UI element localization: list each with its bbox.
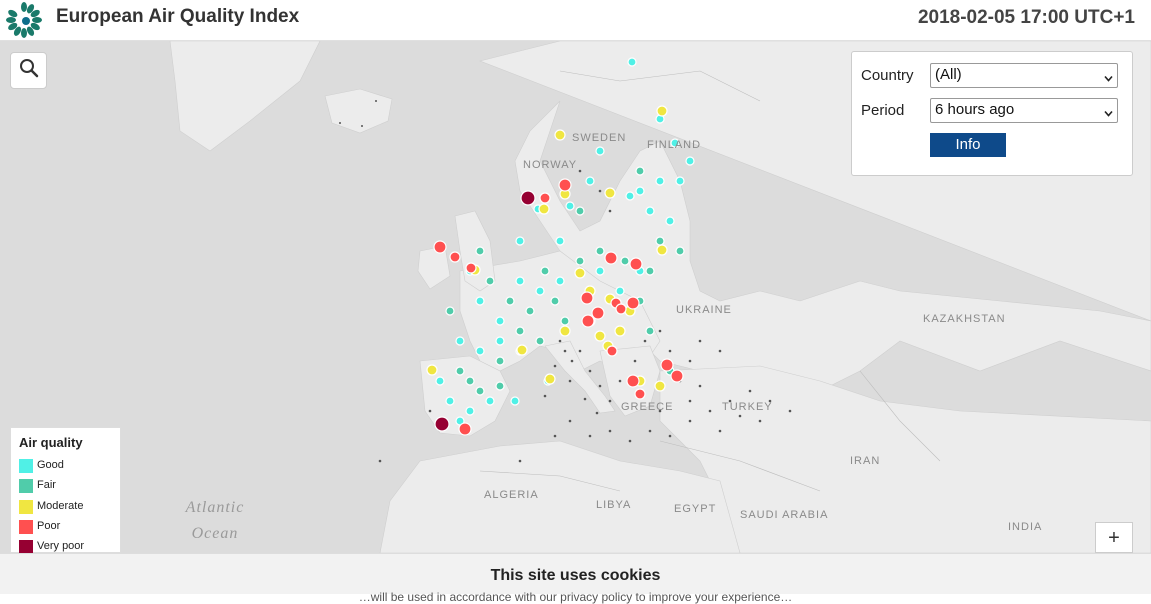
zoom-in-button[interactable]: + — [1095, 522, 1133, 553]
legend-label: Poor — [37, 520, 61, 532]
legend-swatch-very-poor — [19, 540, 33, 553]
map-label-iran: IRAN — [850, 455, 881, 467]
info-button[interactable]: Info — [930, 133, 1006, 157]
period-label: Period — [861, 102, 905, 119]
cookie-banner-text: …will be used in accordance with our pri… — [358, 590, 793, 604]
legend-label: Fair — [37, 479, 56, 491]
timestamp: 2018-02-05 17:00 UTC+1 — [917, 7, 1135, 28]
chevron-down-icon — [1104, 70, 1113, 82]
cookie-banner: This site uses cookies …will be used in … — [0, 553, 1151, 604]
country-select-value: (All) — [935, 66, 962, 83]
eea-logo-icon — [4, 0, 44, 40]
map-label-greece: GREECE — [621, 401, 674, 413]
map-label-egypt: EGYPT — [674, 503, 717, 515]
legend-swatch-good — [19, 459, 33, 473]
map-label-kazakhstan: KAZAKHSTAN — [923, 313, 1006, 325]
search-icon — [19, 58, 39, 83]
app-header: European Air Quality Index 2018-02-05 17… — [0, 0, 1151, 41]
map-canvas[interactable]: SWEDEN FINLAND NORWAY UKRAINE KAZAKHSTAN… — [0, 41, 1151, 553]
legend-label: Moderate — [37, 500, 84, 512]
legend-swatch-poor — [19, 520, 33, 534]
map-label-ocean: Ocean — [191, 525, 239, 542]
map-label-ukraine: UKRAINE — [676, 304, 732, 316]
country-select[interactable]: (All) — [930, 63, 1118, 88]
map-label-turkey: TURKEY — [722, 401, 773, 413]
period-select-value: 6 hours ago — [935, 101, 1015, 118]
app-title: European Air Quality Index — [56, 6, 300, 27]
legend-title: Air quality — [19, 435, 83, 450]
period-select[interactable]: 6 hours ago — [930, 98, 1118, 123]
legend-label: Very poor — [37, 540, 85, 552]
map-label-saudi-arabia: SAUDI ARABIA — [740, 509, 829, 521]
legend-swatch-fair — [19, 479, 33, 493]
search-button[interactable] — [10, 52, 47, 89]
air-quality-legend: Air quality Good Fair Moderate Poor Very… — [10, 427, 121, 553]
map-label-algeria: ALGERIA — [484, 489, 539, 501]
map-label-norway: NORWAY — [523, 159, 578, 171]
map-label-sweden: SWEDEN — [572, 132, 627, 144]
filter-panel: Country (All) Period 6 hours ago Info — [851, 51, 1133, 176]
map-label-atlantic: Atlantic — [185, 499, 245, 516]
cookie-banner-title: This site uses cookies — [490, 567, 661, 584]
chevron-down-icon — [1104, 105, 1113, 117]
map-label-libya: LIBYA — [596, 499, 632, 511]
map-label-finland: FINLAND — [647, 139, 702, 151]
map-label-india: INDIA — [1008, 521, 1043, 533]
legend-label: Good — [37, 459, 64, 471]
country-label: Country — [861, 67, 914, 84]
legend-swatch-moderate — [19, 500, 33, 514]
